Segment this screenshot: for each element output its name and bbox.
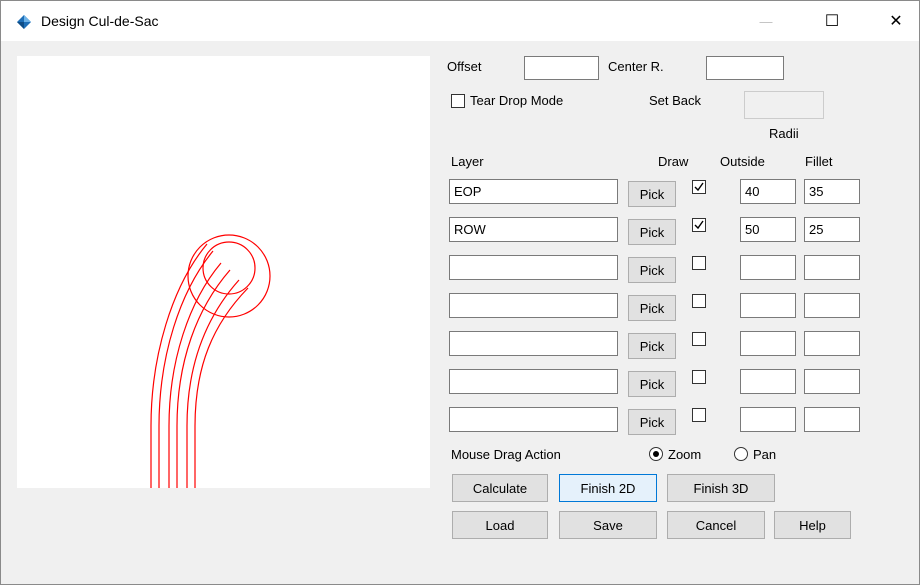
fillet-radius-input[interactable] xyxy=(804,217,860,242)
draw-checkbox[interactable] xyxy=(692,370,706,384)
layer-input[interactable] xyxy=(449,293,618,318)
road-line-6 xyxy=(194,287,249,488)
finish-2d-button[interactable]: Finish 2D xyxy=(559,474,657,502)
tear-drop-checkbox[interactable] xyxy=(451,94,465,108)
layer-input[interactable] xyxy=(449,331,618,356)
fillet-radius-input[interactable] xyxy=(804,407,860,432)
draw-checkbox[interactable] xyxy=(692,256,706,270)
pan-label: Pan xyxy=(753,447,777,462)
radio-dot xyxy=(653,451,659,457)
title-bar[interactable]: Design Cul-de-Sac — ☐ ✕ xyxy=(1,1,919,41)
fillet-radius-input[interactable] xyxy=(804,293,860,318)
offset-label: Offset xyxy=(447,59,482,74)
maximize-button[interactable]: ☐ xyxy=(809,1,855,41)
outside-radius-input[interactable] xyxy=(740,179,796,204)
pan-radio[interactable] xyxy=(734,447,748,461)
design-cul-de-sac-dialog: Design Cul-de-Sac — ☐ ✕ Offset Center R.… xyxy=(0,0,920,585)
load-button[interactable]: Load xyxy=(452,511,548,539)
layer-input[interactable] xyxy=(449,255,618,280)
tear-drop-label: Tear Drop Mode xyxy=(470,93,564,108)
layer-input[interactable] xyxy=(449,369,618,394)
outside-radius-input[interactable] xyxy=(740,407,796,432)
layer-header: Layer xyxy=(451,154,484,169)
pick-button[interactable]: Pick xyxy=(628,257,676,283)
zoom-label: Zoom xyxy=(668,447,702,462)
draw-header: Draw xyxy=(658,154,689,169)
fillet-radius-input[interactable] xyxy=(804,331,860,356)
fillet-radius-input[interactable] xyxy=(804,369,860,394)
layer-input[interactable] xyxy=(449,179,618,204)
outside-radius-input[interactable] xyxy=(740,255,796,280)
cul-de-sac-preview xyxy=(150,234,271,488)
preview-canvas[interactable] xyxy=(17,56,430,488)
pick-button[interactable]: Pick xyxy=(628,409,676,435)
fillet-header: Fillet xyxy=(805,154,833,169)
outside-radius-input[interactable] xyxy=(740,217,796,242)
eop-circle xyxy=(202,241,256,295)
maximize-icon: ☐ xyxy=(824,13,840,30)
draw-checkbox[interactable] xyxy=(692,294,706,308)
fillet-radius-input[interactable] xyxy=(804,179,860,204)
pick-button[interactable]: Pick xyxy=(628,219,676,245)
layer-input[interactable] xyxy=(449,217,618,242)
window-title: Design Cul-de-Sac xyxy=(41,13,159,29)
mouse-drag-label: Mouse Drag Action xyxy=(451,447,561,462)
pick-button[interactable]: Pick xyxy=(628,181,676,207)
save-button[interactable]: Save xyxy=(559,511,657,539)
pick-button[interactable]: Pick xyxy=(628,333,676,359)
center-r-input[interactable] xyxy=(706,56,784,80)
row-circle xyxy=(187,234,271,318)
draw-checkbox[interactable] xyxy=(692,332,706,346)
pick-button[interactable]: Pick xyxy=(628,371,676,397)
layer-input[interactable] xyxy=(449,407,618,432)
draw-checkbox[interactable] xyxy=(692,180,706,194)
center-r-label: Center R. xyxy=(608,59,664,74)
outside-radius-input[interactable] xyxy=(740,331,796,356)
draw-checkbox[interactable] xyxy=(692,218,706,232)
offset-input[interactable] xyxy=(524,56,599,80)
set-back-input[interactable] xyxy=(744,91,824,119)
draw-checkbox[interactable] xyxy=(692,408,706,422)
finish-3d-button[interactable]: Finish 3D xyxy=(667,474,775,502)
set-back-label: Set Back xyxy=(649,93,702,108)
outside-radius-input[interactable] xyxy=(740,293,796,318)
minimize-button[interactable]: — xyxy=(743,1,789,41)
radii-label: Radii xyxy=(769,126,799,141)
minimize-icon: — xyxy=(759,13,773,29)
outside-radius-input[interactable] xyxy=(740,369,796,394)
outside-header: Outside xyxy=(720,154,765,169)
cancel-button[interactable]: Cancel xyxy=(667,511,765,539)
close-button[interactable]: ✕ xyxy=(873,1,919,41)
close-icon: ✕ xyxy=(889,13,903,30)
fillet-radius-input[interactable] xyxy=(804,255,860,280)
zoom-radio[interactable] xyxy=(649,447,663,461)
help-button[interactable]: Help xyxy=(774,511,851,539)
pick-button[interactable]: Pick xyxy=(628,295,676,321)
calculate-button[interactable]: Calculate xyxy=(452,474,548,502)
autocad-civil-diamond-icon xyxy=(17,15,31,29)
checkmark-icon xyxy=(694,182,704,192)
checkmark-icon xyxy=(694,220,704,230)
